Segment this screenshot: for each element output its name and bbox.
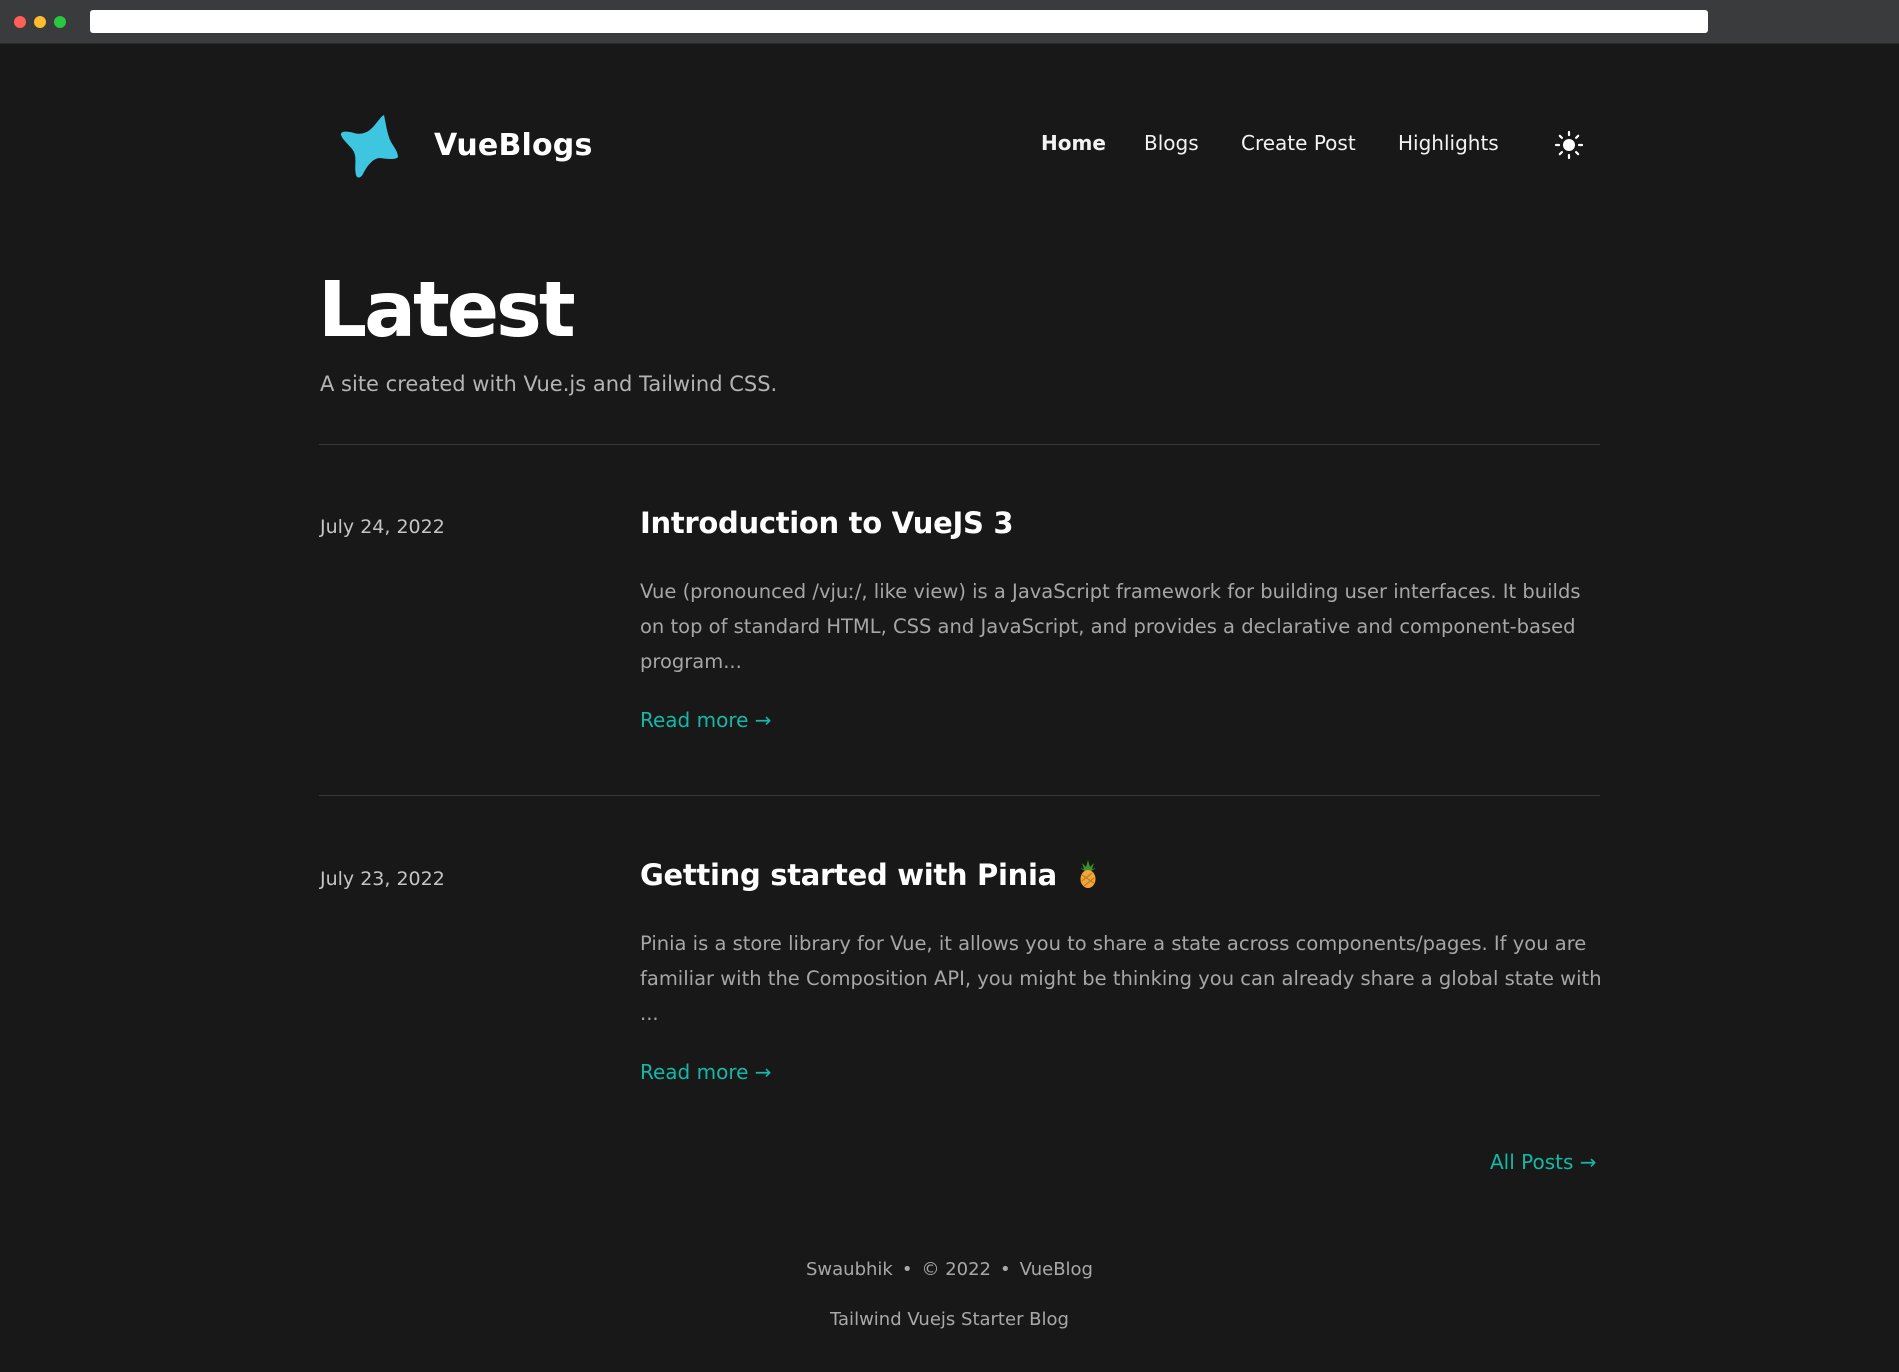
address-bar[interactable] <box>90 10 1708 33</box>
footer-tagline[interactable]: Tailwind Vuejs Starter Blog <box>0 1309 1899 1330</box>
divider <box>319 444 1600 445</box>
footer-separator: • <box>901 1259 913 1280</box>
footer-site[interactable]: VueBlog <box>1020 1259 1093 1280</box>
post-title-row[interactable]: Getting started with Pinia <box>640 858 1099 892</box>
browser-window: VueBlogs Home Blogs Create Post Highligh… <box>0 0 1899 1372</box>
page-subtitle: A site created with Vue.js and Tailwind … <box>320 372 778 396</box>
browser-chrome <box>0 0 1899 44</box>
post-excerpt: Pinia is a store library for Vue, it all… <box>640 932 1602 1025</box>
nav-blogs[interactable]: Blogs <box>1144 131 1199 155</box>
footer-credits: Swaubhik • © 2022 • VueBlog <box>0 1259 1899 1280</box>
footer-author[interactable]: Swaubhik <box>806 1259 893 1280</box>
read-more-link[interactable]: Read more → <box>640 708 772 732</box>
pineapple-icon <box>1079 860 1096 888</box>
read-more-link[interactable]: Read more → <box>640 1060 772 1084</box>
footer-copyright: © 2022 <box>921 1259 991 1280</box>
post-title[interactable]: Getting started with Pinia <box>640 858 1057 892</box>
site-brand[interactable]: VueBlogs <box>434 128 593 163</box>
footer-separator: • <box>1000 1259 1011 1280</box>
sun-icon[interactable] <box>1554 130 1584 160</box>
minimize-window-button[interactable] <box>34 16 46 28</box>
star-sparkle-icon[interactable] <box>340 112 400 180</box>
post-excerpt: Vue (pronounced /vjuː/, like view) is a … <box>640 580 1581 673</box>
all-posts-link[interactable]: All Posts → <box>1490 1150 1597 1174</box>
nav-home[interactable]: Home <box>1041 131 1106 155</box>
page-title: Latest <box>318 266 576 355</box>
divider <box>319 795 1600 796</box>
post-date: July 23, 2022 <box>320 868 445 890</box>
post-date: July 24, 2022 <box>320 516 445 538</box>
close-window-button[interactable] <box>14 16 26 28</box>
nav-highlights[interactable]: Highlights <box>1398 131 1499 155</box>
maximize-window-button[interactable] <box>54 16 66 28</box>
post-title[interactable]: Introduction to VueJS 3 <box>640 506 1014 540</box>
nav-create-post[interactable]: Create Post <box>1241 131 1356 155</box>
